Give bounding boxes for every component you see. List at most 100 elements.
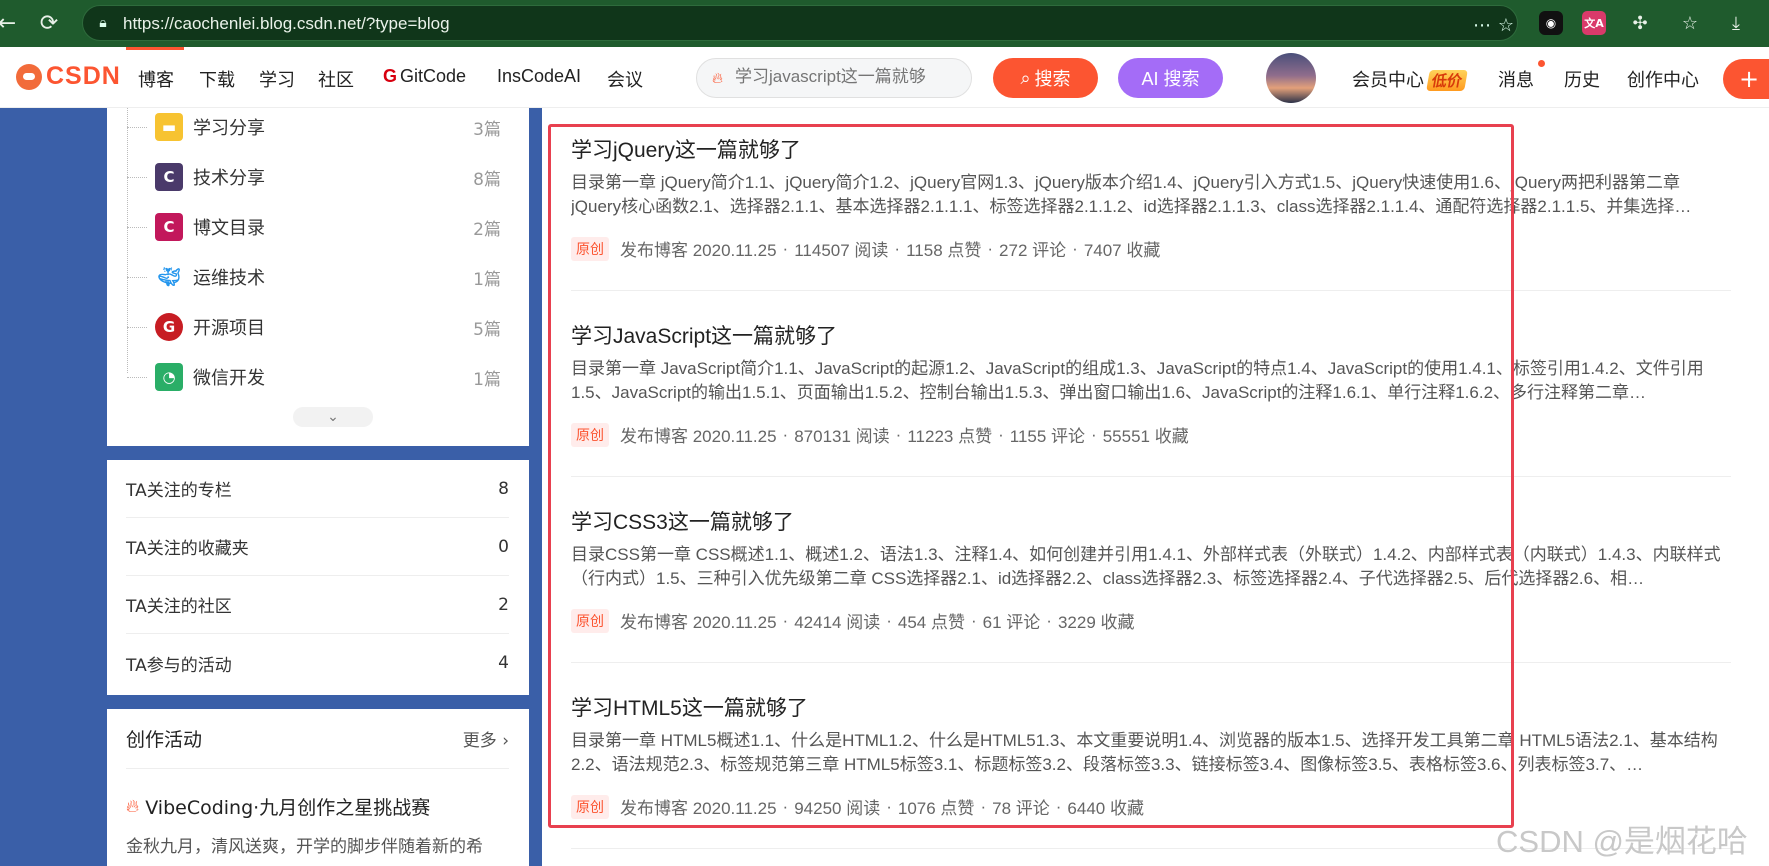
activity-event-title: VibeCoding·九月创作之星挑战赛 [145,797,431,819]
follow-row[interactable]: TA关注的专栏 8 [126,460,509,518]
tree-branch [127,327,147,328]
nav-gitcode-label: GitCode [400,66,467,86]
unread-dot [1538,60,1545,67]
category-count: 2篇 [473,219,501,240]
follow-label: TA关注的专栏 [126,481,232,501]
flame-icon: 🔥︎ [126,796,140,817]
follow-value: 0 [498,536,509,557]
extension-icon[interactable]: ◉ [1539,11,1563,35]
category-count: 1篇 [473,269,501,290]
address-bar[interactable]: 🔒︎ https://caochenlei.blog.csdn.net/?typ… [82,5,1518,41]
vip-badge: 低价 [1426,70,1468,91]
c-logo-icon: C [155,163,183,191]
watermark: CSDN @是烟花哈 [1496,824,1748,859]
ai-search-button[interactable]: AI 搜索 [1118,58,1223,98]
category-item[interactable]: C 技术分享 8篇 [147,160,501,194]
category-count: 5篇 [473,319,501,340]
category-name: 微信开发 [193,368,265,389]
tree-branch [127,277,147,278]
tree-branch [127,177,147,178]
puzzle-extensions-icon[interactable]: ✣ [1628,11,1652,35]
expand-chevron-button[interactable]: ⌄ [293,407,373,427]
search-button[interactable]: ⌕ 搜索 [993,58,1098,98]
follow-value: 8 [498,478,509,499]
tree-line [127,108,128,373]
follow-label: TA关注的收藏夹 [126,539,249,559]
follow-row[interactable]: TA关注的收藏夹 0 [126,518,509,576]
wechat-icon: ◔ [155,363,183,391]
activity-header: 创作活动 更多 › [126,709,509,769]
csdn-logo[interactable]: CSDN [16,62,121,91]
reload-icon[interactable]: ⟳ [36,10,62,36]
avatar[interactable] [1266,53,1316,103]
category-name: 学习分享 [193,118,265,139]
nav-learn[interactable]: 学习 [259,66,295,92]
create-center-link[interactable]: 创作中心 [1627,66,1699,92]
nav-inscodeai[interactable]: InsCodeAI [497,66,581,87]
follow-card: TA关注的专栏 8 TA关注的收藏夹 0 TA关注的社区 2 TA参与的活动 4 [107,460,529,695]
more-options-icon[interactable]: ⋯ [1471,14,1493,36]
site-toolbar: CSDN 博客 下载 学习 社区 G GitCode InsCodeAI 会议 🔥… [0,47,1769,108]
nav-blog[interactable]: 博客 [138,66,174,92]
docker-icon: 🐳︎ [155,263,183,291]
nav-download[interactable]: 下载 [199,66,235,92]
search-input[interactable] [735,67,965,87]
url-text[interactable]: https://caochenlei.blog.csdn.net/?type=b… [123,14,450,34]
lock-icon: 🔒︎ [99,15,107,31]
gitee-icon: G [155,313,183,341]
vip-center-label: 会员中心 [1352,70,1424,90]
activity-event-desc: 金秋九月，清风送爽，开学的脚步伴随着新的希 [126,837,483,857]
search-box: 🔥︎ [696,58,972,98]
category-card: ▬ 学习分享 3篇 C 技术分享 8篇 C 博文目录 2篇 🐳︎ 运维技术 1篇… [107,108,529,446]
category-item[interactable]: G 开源项目 5篇 [147,310,501,344]
active-nav-indicator [126,47,184,50]
follow-value: 2 [498,594,509,615]
logo-mascot-icon [16,63,42,90]
follow-value: 4 [498,653,509,673]
hot-flame-icon: 🔥︎ [712,69,724,87]
gitcode-icon: G [383,66,398,86]
logo-text: CSDN [46,62,121,90]
tree-branch [127,127,147,128]
activity-title: 创作活动 [126,729,203,751]
vip-center-link[interactable]: 会员中心 低价 [1352,66,1468,92]
category-name: 开源项目 [193,318,265,339]
c-logo-icon: C [155,213,183,241]
category-name: 运维技术 [193,268,265,289]
browser-toolbar: ← ⟳ 🔒︎ https://caochenlei.blog.csdn.net/… [0,0,1769,47]
publish-button[interactable]: + [1723,59,1769,99]
messages-link[interactable]: 消息 [1498,66,1534,92]
search-button-label: 搜索 [1034,69,1071,89]
category-count: 3篇 [473,119,501,140]
history-link[interactable]: 历史 [1564,66,1600,92]
activity-event-link[interactable]: 🔥︎ VibeCoding·九月创作之星挑战赛 [126,793,430,820]
activity-more-link[interactable]: 更多 › [463,726,509,751]
category-item[interactable]: ▬ 学习分享 3篇 [147,110,501,144]
favorite-star-icon[interactable]: ☆ [1495,14,1517,36]
chevron-down-icon: ⌄ [327,409,339,425]
follow-row[interactable]: TA参与的活动 4 [126,634,509,692]
follow-label: TA关注的社区 [126,597,232,617]
more-label: 更多 [462,731,497,751]
follow-label: TA参与的活动 [126,655,232,676]
category-item[interactable]: C 博文目录 2篇 [147,210,501,244]
category-name: 技术分享 [193,168,265,189]
search-icon: ⌕ [1020,67,1031,88]
follow-row[interactable]: TA关注的社区 2 [126,576,509,634]
translate-extension-icon[interactable]: 文A [1582,11,1606,35]
tree-branch [127,227,147,228]
category-count: 1篇 [473,369,501,390]
category-item[interactable]: ◔ 微信开发 1篇 [147,360,501,394]
favorites-bar-icon[interactable]: ☆ [1678,11,1702,35]
nav-meeting[interactable]: 会议 [607,66,643,92]
annotation-highlight-box [548,124,1514,828]
chevron-right-icon: › [502,731,509,751]
tree-branch [127,377,147,378]
category-item[interactable]: 🐳︎ 运维技术 1篇 [147,260,501,294]
folder-icon: ▬ [155,113,183,141]
back-icon[interactable]: ← [0,10,20,36]
download-icon[interactable]: ⤓ [1724,11,1748,35]
nav-community[interactable]: 社区 [318,66,354,92]
nav-gitcode[interactable]: G GitCode [383,66,466,87]
category-name: 博文目录 [193,218,265,239]
